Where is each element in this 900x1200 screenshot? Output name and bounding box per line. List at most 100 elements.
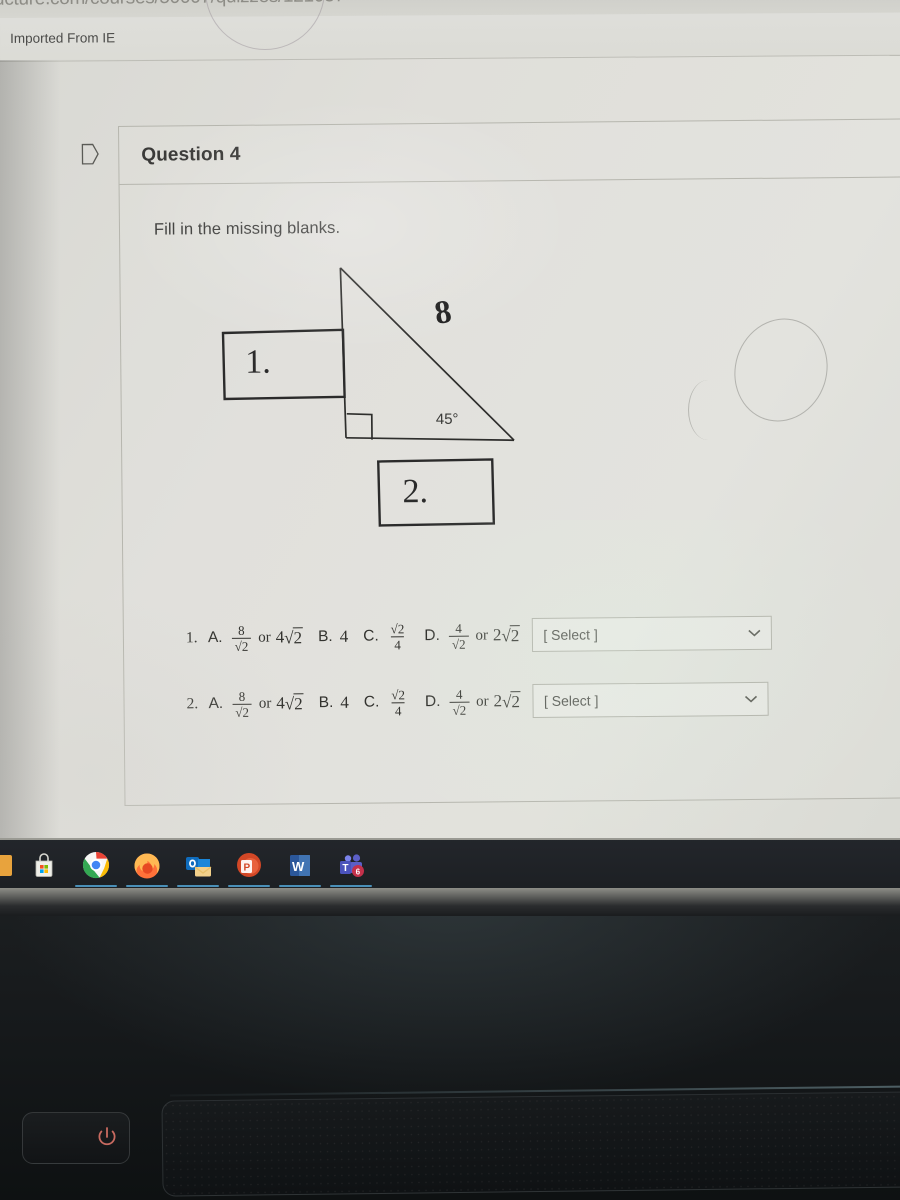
fraction-numerator: √2 [388, 686, 408, 702]
fraction-sqrt2-over-4: √2 4 [388, 686, 408, 718]
fraction-8-over-sqrt2: 8 √2 [231, 622, 252, 654]
quiz-question-frame: Question 4 Fill in the missing blanks. 1… [81, 118, 900, 806]
or-conjunction: or [258, 695, 272, 712]
fraction-denominator: 4 [391, 635, 404, 652]
option-letter: A. [207, 629, 223, 647]
select-value: [ Select ] [543, 626, 598, 643]
option-value: 4 [339, 626, 349, 646]
coefficient: 4 [275, 627, 285, 647]
answer-row-2-option-c: C. √2 4 [363, 686, 410, 718]
firefox-icon[interactable] [132, 850, 162, 880]
answer-row-2-select[interactable]: [ Select ] [532, 681, 770, 719]
option-value: 8 √2 or 4 √2 [229, 622, 304, 654]
powerpoint-icon[interactable]: P [234, 850, 264, 880]
taskbar-active-underline [126, 885, 168, 887]
bookmark-imported-from-ie[interactable]: Imported From IE [10, 30, 115, 46]
outlook-icon[interactable] [183, 850, 213, 880]
radicand: 2 [509, 624, 521, 646]
radical-sqrt2: √2 [284, 626, 304, 648]
power-icon[interactable] [96, 1124, 118, 1150]
fraction-sqrt2-over-4: √2 4 [388, 620, 408, 652]
option-letter: D. [424, 692, 441, 711]
answer-row-1-option-d: D. 4 √2 or 2 √2 [424, 620, 521, 652]
teams-icon[interactable]: T 6 [336, 850, 366, 880]
fraction-numerator: 8 [237, 622, 245, 638]
option-value: √2 4 [386, 686, 410, 718]
taskbar-active-underline [279, 885, 321, 887]
radicand: 2 [510, 690, 522, 712]
radical-sqrt2: √2 [502, 690, 522, 712]
fraction-denominator: √2 [449, 701, 470, 718]
option-value: 4 √2 or 2 √2 [447, 620, 521, 652]
svg-text:6: 6 [356, 868, 361, 877]
option-value: 4 [340, 692, 349, 712]
svg-text:P: P [244, 863, 251, 874]
option-value: 8 √2 or 4 √2 [230, 688, 304, 720]
option-letter: C. [363, 693, 380, 711]
or-conjunction: or [476, 692, 489, 710]
laptop-photo: ucture.com/courses/50007/quizzes/121037 … [0, 0, 900, 1200]
flag-outline-icon[interactable] [81, 143, 99, 165]
deck-shading [0, 916, 900, 1106]
radicand: 2 [459, 702, 467, 718]
question-title: Question 4 [141, 143, 241, 166]
fraction-denominator: √2 [231, 637, 252, 654]
triangle-figure: 1. 2. 8 45° [182, 256, 705, 601]
option-value: √2 4 [386, 620, 410, 652]
question-body: Fill in the missing blanks. 1. 2. 8 45° … [120, 177, 900, 805]
answer-options-list: 1. A. 8 √2 or 4 √2 B. 4 C. √2 4 D. 4 √2 … [186, 608, 900, 727]
taskbar-active-underline [228, 885, 270, 887]
bookmarks-bar: Imported From IE [0, 12, 900, 60]
svg-text:W: W [292, 859, 305, 874]
screen-bezel-bottom [0, 888, 900, 918]
radicand: 2 [293, 692, 304, 714]
answer-row-1-option-c: C. √2 4 [363, 620, 410, 652]
answer-row-2-option-a: A. 8 √2 or 4 √2 [208, 688, 304, 720]
option-value: 4 √2 or 2 √2 [447, 686, 522, 718]
windows-taskbar: P W T 6 [0, 838, 900, 893]
laptop-screen: ucture.com/courses/50007/quizzes/121037 … [0, 0, 900, 893]
question-prompt: Fill in the missing blanks. [153, 218, 341, 239]
blank-box-1-text: 1. [245, 343, 271, 381]
radical-sqrt2: √2 [285, 692, 304, 714]
answer-row-2: 2. A. 8 √2 or 4 √2 B. 4 C. √2 4 D. 4 √2 … [186, 674, 900, 727]
radicand: 2 [458, 636, 466, 652]
speaker-grille [161, 1091, 900, 1197]
google-chrome-icon[interactable] [81, 850, 111, 880]
radicand: 2 [241, 638, 249, 654]
or-conjunction: or [475, 626, 489, 644]
partial-app-icon[interactable] [0, 850, 16, 880]
fraction-denominator: √2 [232, 703, 252, 720]
question-container: Question 4 Fill in the missing blanks. 1… [81, 118, 900, 806]
radicand: 2 [292, 626, 304, 648]
answer-row-1-option-a: A. 8 √2 or 4 √2 [207, 622, 304, 654]
option-letter: D. [424, 626, 440, 645]
answer-row-1-select[interactable]: [ Select ] [532, 615, 773, 653]
radicand: 2 [242, 704, 249, 720]
radicand: 2 [397, 620, 405, 636]
option-letter: C. [363, 627, 379, 645]
address-bar-url: ucture.com/courses/50007/quizzes/121037 [0, 0, 345, 11]
fraction-denominator: √2 [448, 635, 469, 652]
fraction-numerator: √2 [388, 620, 408, 636]
fraction-numerator: 4 [455, 686, 463, 702]
option-letter: A. [208, 695, 224, 713]
or-conjunction: or [258, 629, 271, 646]
word-icon[interactable]: W [285, 850, 315, 880]
answer-row-2-option-d: D. 4 √2 or 2 √2 [424, 686, 522, 718]
chevron-down-icon [748, 629, 761, 637]
radical-sqrt2: √2 [501, 624, 521, 646]
fraction-8-over-sqrt2: 8 √2 [232, 688, 252, 720]
angle-45-label: 45° [435, 410, 459, 428]
taskbar-active-underline [75, 885, 117, 887]
taskbar-top-edge [0, 838, 900, 840]
coefficient: 2 [492, 625, 502, 645]
radicand: 2 [398, 686, 405, 702]
svg-text:T: T [342, 863, 348, 874]
answer-row-1: 1. A. 8 √2 or 4 √2 B. 4 C. √2 4 D. 4 √2 … [186, 608, 900, 661]
chevron-down-icon [745, 695, 758, 703]
blank-box-2-text: 2. [402, 473, 429, 511]
answer-row-1-option-b: B. 4 [318, 627, 348, 647]
microsoft-store-icon[interactable] [29, 850, 59, 880]
answer-row-1-index: 1. [185, 629, 198, 647]
